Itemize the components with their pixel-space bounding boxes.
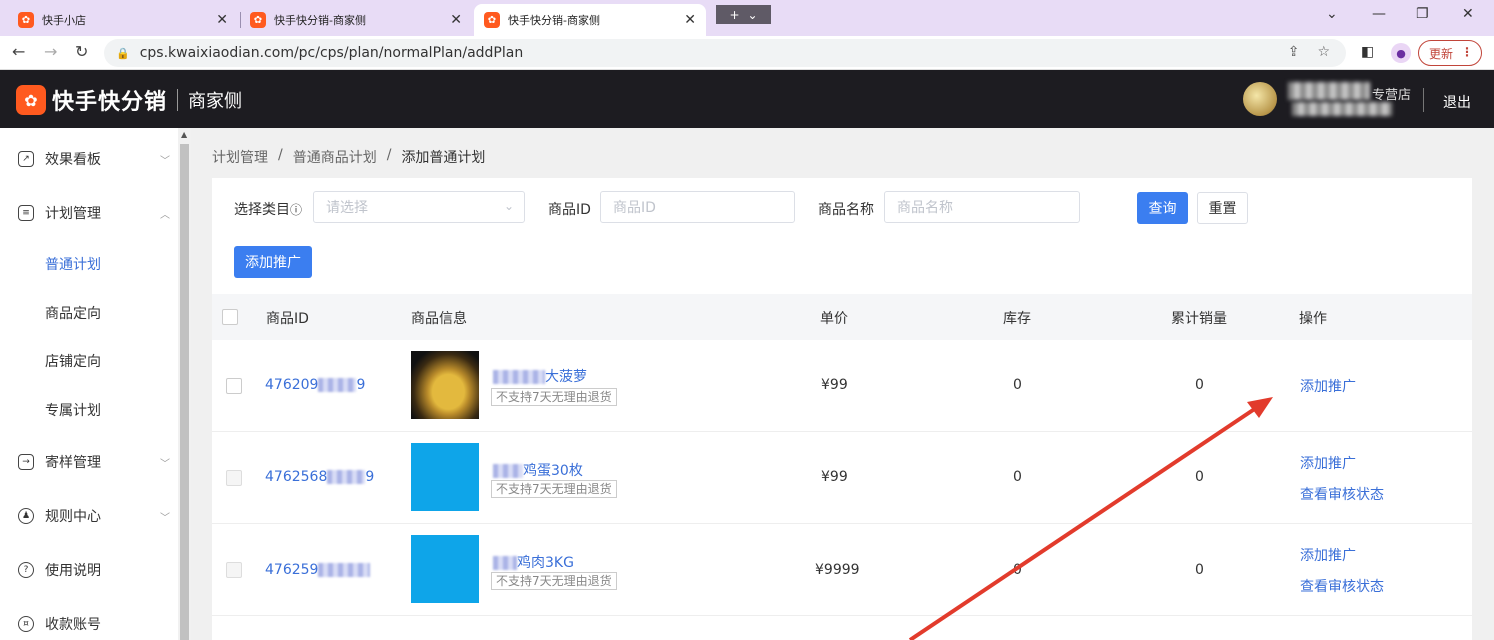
annotation-arrow	[908, 397, 1273, 640]
arrow-shaft	[908, 402, 1264, 640]
arrow-head	[1247, 397, 1273, 418]
